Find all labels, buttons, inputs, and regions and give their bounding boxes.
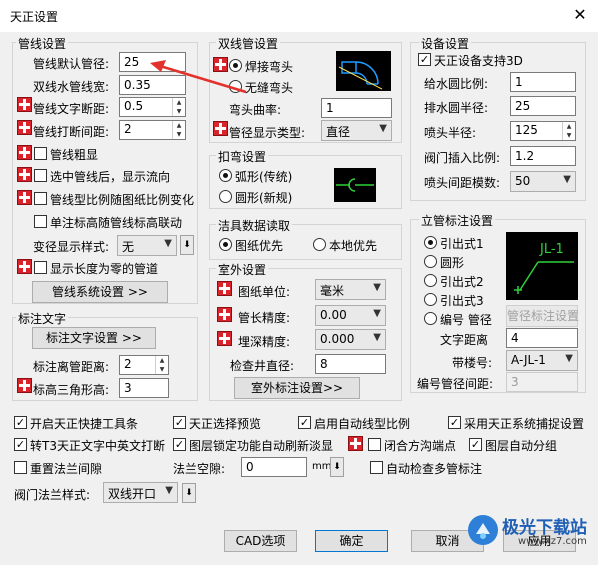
annotation-arrow (150, 60, 247, 94)
